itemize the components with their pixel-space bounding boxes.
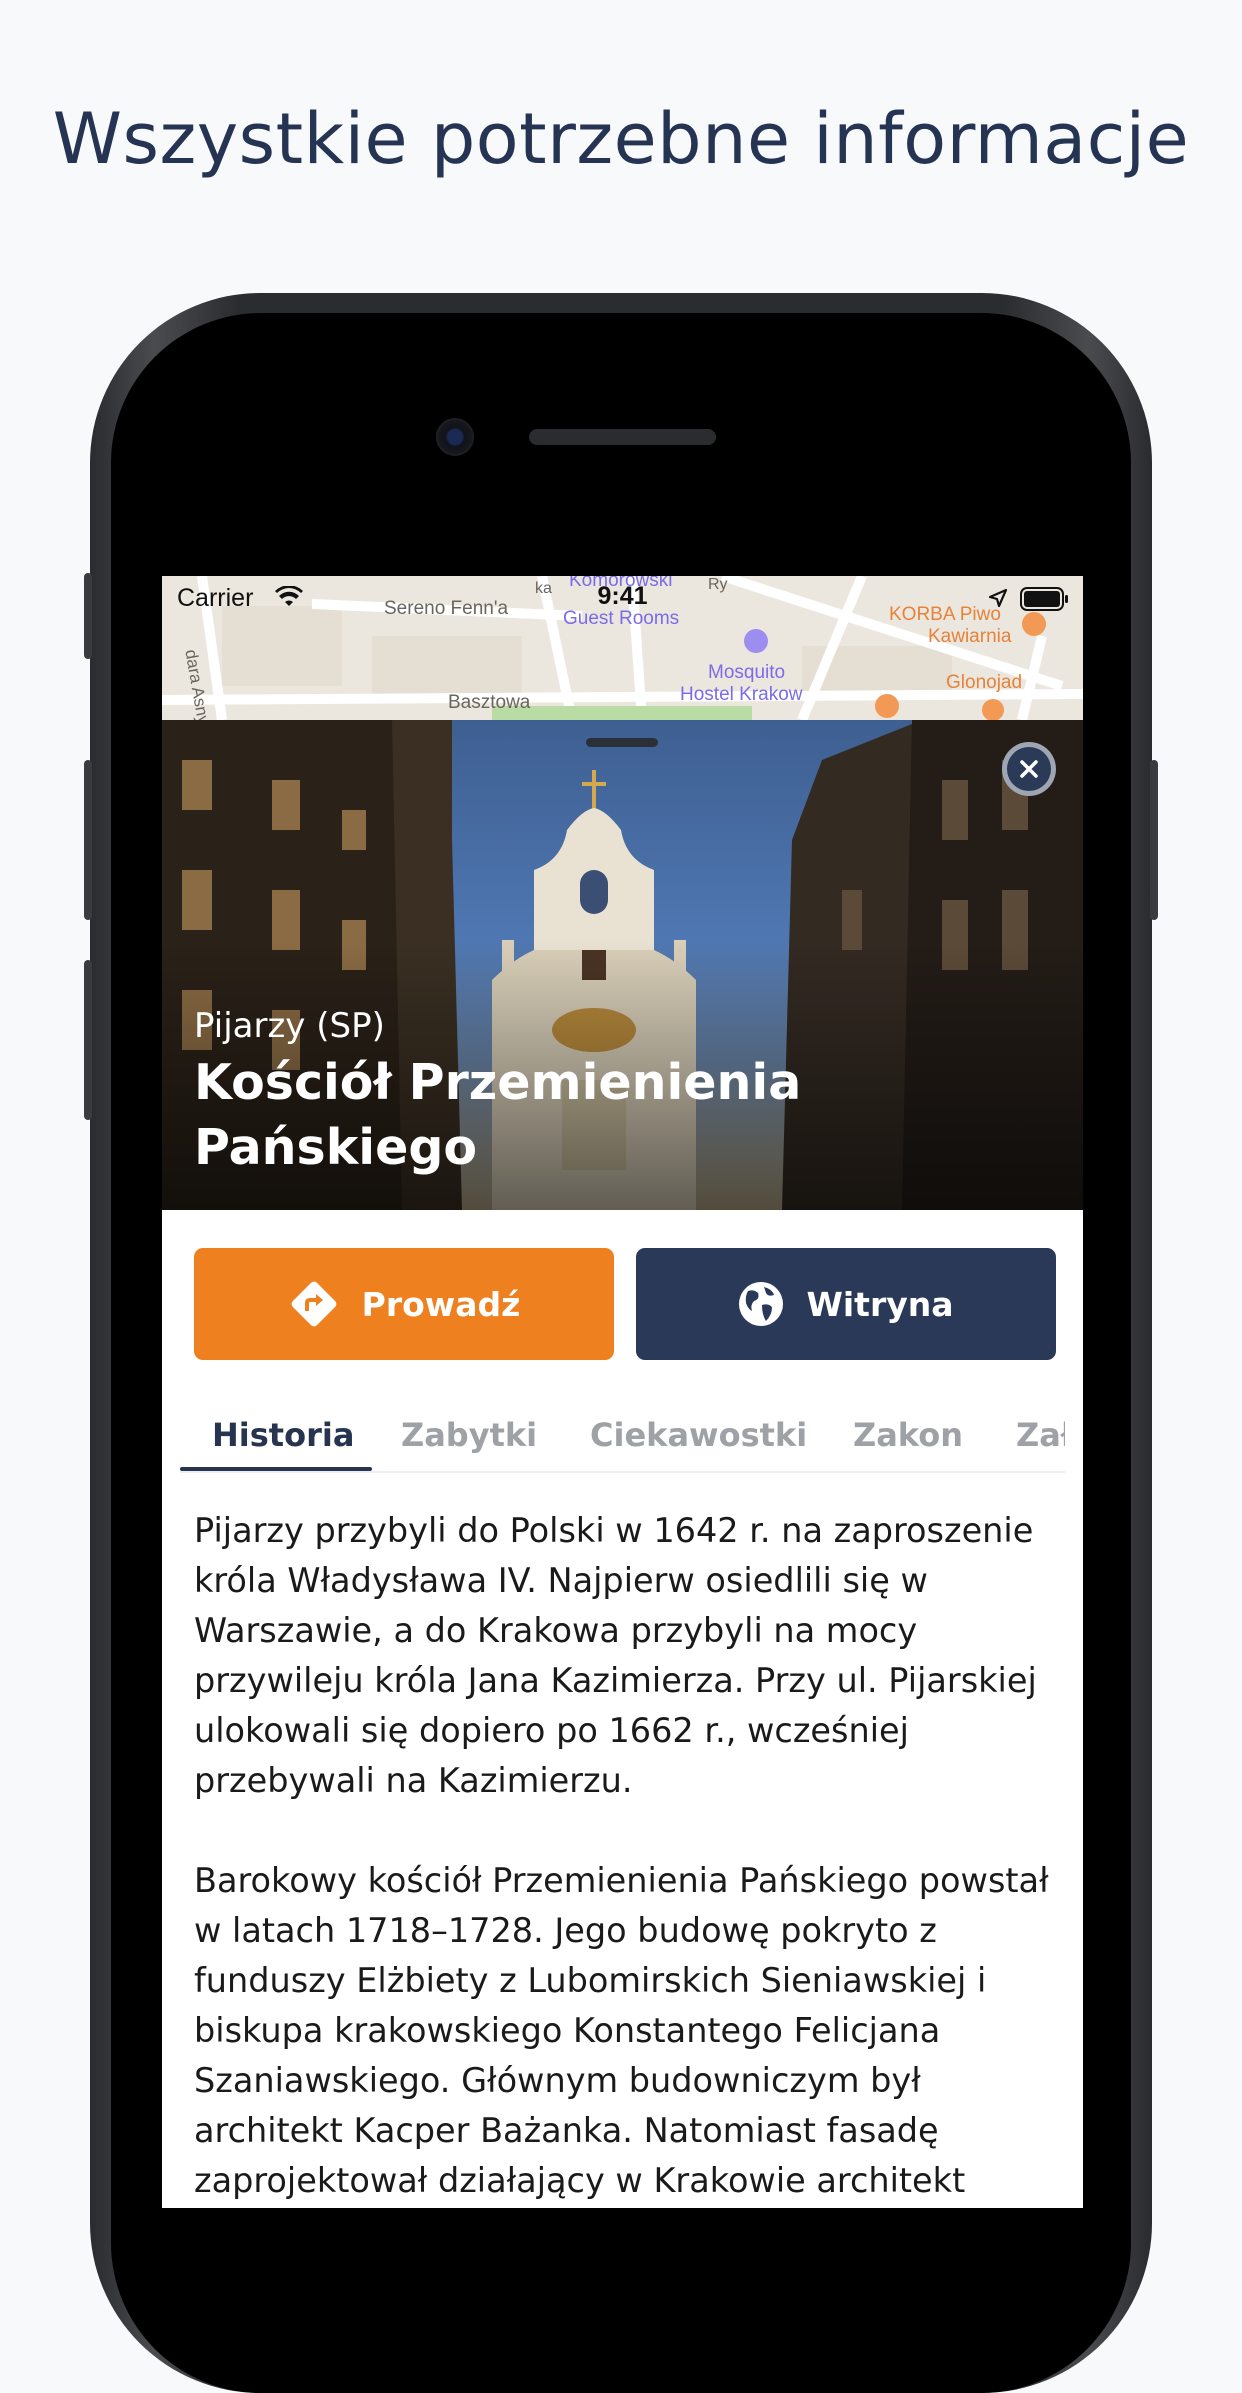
globe-icon <box>739 1282 784 1326</box>
status-bar: Carrier 9:41 <box>162 576 1083 622</box>
earpiece-speaker <box>529 429 716 445</box>
close-button[interactable] <box>1002 742 1056 796</box>
website-button[interactable]: Witryna <box>636 1248 1056 1360</box>
map-poi-label: Hostel Krakow <box>680 684 803 705</box>
phone-screen: dara Asnyka Sereno Fenn'a ka Basztowa Ko… <box>162 576 1083 2208</box>
battery-icon <box>1020 587 1068 611</box>
map-poi-label: Kawiarnia <box>928 626 1012 647</box>
navigate-button[interactable]: Prowadź <box>194 1248 614 1360</box>
church-hero-image: Pijarzy (SP) Kościół Przemienienia Pańsk… <box>162 720 1083 1210</box>
map-poi-label: Mosquito <box>708 662 786 683</box>
front-camera <box>436 418 474 456</box>
page-headline: Wszystkie potrzebne informacje <box>52 98 1190 180</box>
map-street-label: Basztowa <box>448 692 531 713</box>
tab-historia[interactable]: Historia <box>212 1416 354 1454</box>
tab-zal[interactable]: Zał <box>1016 1416 1065 1454</box>
history-content: Pijarzy przybyli do Polski w 1642 r. na … <box>194 1506 1064 2208</box>
tab-zabytki[interactable]: Zabytki <box>401 1416 537 1454</box>
location-arrow-icon <box>988 588 1008 608</box>
paragraph: Barokowy kościół Przemienienia Pańskiego… <box>194 1861 1049 2200</box>
navigate-button-label: Prowadź <box>361 1284 521 1324</box>
tab-zakon[interactable]: Zakon <box>853 1416 963 1454</box>
map-poi-label: Glonojad <box>946 672 1023 693</box>
tab-ciekawostki[interactable]: Ciekawostki <box>590 1416 807 1454</box>
volume-up-button <box>84 760 92 920</box>
order-subtitle: Pijarzy (SP) <box>194 1006 385 1046</box>
mute-switch <box>84 573 92 659</box>
power-button <box>1150 760 1158 920</box>
content-tabs: Historia Zabytki Ciekawostki Zakon Zał <box>180 1386 1065 1473</box>
directions-icon <box>291 1281 337 1327</box>
status-clock: 9:41 <box>597 582 648 610</box>
volume-down-button <box>84 960 92 1120</box>
map-view[interactable]: dara Asnyka Sereno Fenn'a ka Basztowa Ko… <box>162 576 1083 720</box>
website-button-label: Witryna <box>806 1284 954 1324</box>
active-tab-indicator <box>180 1467 372 1471</box>
sheet-drag-handle[interactable] <box>586 738 658 747</box>
paragraph: Pijarzy przybyli do Polski w 1642 r. na … <box>194 1511 1037 1800</box>
church-title: Kościół Przemienienia Pańskiego <box>194 1054 802 1176</box>
close-icon <box>1020 760 1038 778</box>
